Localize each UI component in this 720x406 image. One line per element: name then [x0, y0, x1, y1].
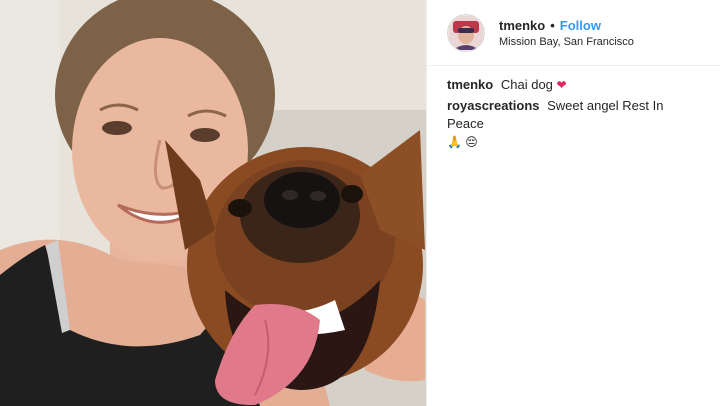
separator-dot: • — [550, 17, 555, 33]
author-row: tmenko • Follow — [499, 18, 634, 33]
comment-item: royascreations Sweet angel Rest In Peace… — [447, 97, 700, 151]
author-username[interactable]: tmenko — [499, 18, 545, 33]
comment-text: Chai dog — [500, 77, 553, 92]
header-text: tmenko • Follow Mission Bay, San Francis… — [499, 18, 634, 48]
comment-username[interactable]: royascreations — [447, 98, 540, 113]
comment-username[interactable]: tmenko — [447, 77, 493, 92]
follow-button[interactable]: Follow — [560, 18, 601, 33]
instagram-post: tmenko • Follow Mission Bay, San Francis… — [0, 0, 720, 406]
comments-list: tmenko Chai dog ❤ royascreations Sweet a… — [427, 66, 720, 151]
post-header: tmenko • Follow Mission Bay, San Francis… — [427, 0, 720, 66]
avatar[interactable] — [447, 13, 485, 52]
post-sidebar: tmenko • Follow Mission Bay, San Francis… — [426, 0, 720, 406]
prayer-sad-emoji-icon: 🙏 😔 — [447, 135, 478, 149]
comment-caption: tmenko Chai dog ❤ — [447, 76, 700, 94]
location-link[interactable]: Mission Bay, San Francisco — [499, 36, 634, 48]
post-photo[interactable] — [0, 0, 426, 406]
heart-emoji-icon: ❤ — [556, 78, 567, 92]
selfie-woman-with-dog-image — [0, 0, 426, 406]
avatar-image — [449, 15, 483, 50]
